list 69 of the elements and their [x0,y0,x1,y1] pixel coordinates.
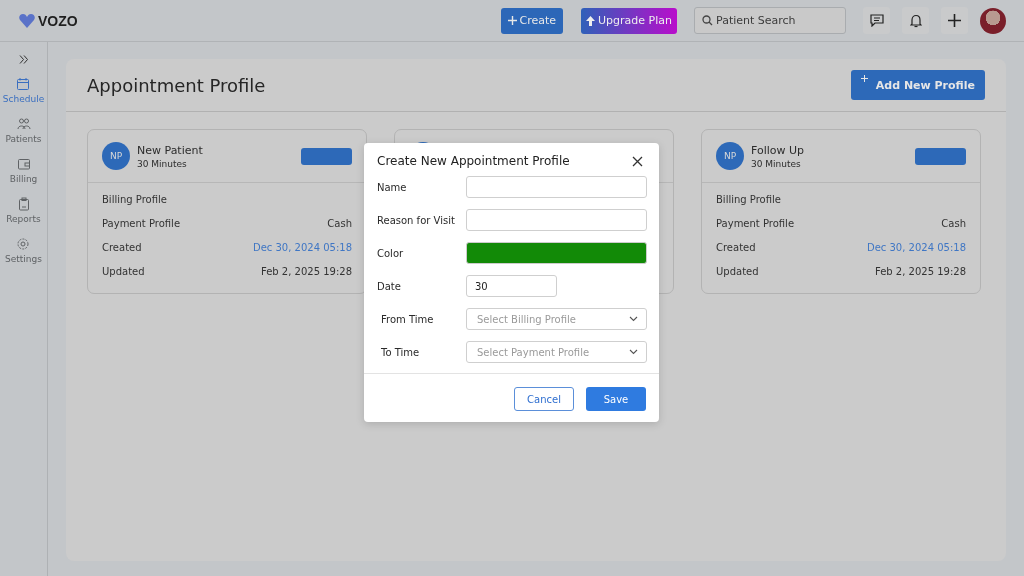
status-bar [301,147,352,165]
row-value: Feb 2, 2025 19:28 [260,266,352,277]
sidebar-item[interactable]: Patients [5,117,42,144]
add-button[interactable] [941,7,968,34]
row-label: Updated [102,266,145,277]
status-bar [915,147,966,165]
chevron-down-icon [629,349,638,355]
dropdown[interactable]: Select Payment Profile [466,341,647,363]
gear-icon [16,237,31,251]
row-label: Updated [716,266,759,277]
row-value: Cash [941,218,966,229]
create-button[interactable]: Create [500,7,564,34]
search-field[interactable]: Patient Search [694,7,846,34]
up-arrow-icon [586,15,596,26]
wallet-icon [16,157,31,171]
field-label: To Time [380,346,421,358]
plus-icon [948,14,961,27]
input-field[interactable] [466,209,647,231]
chat-icon [869,14,884,27]
row-label: Payment Profile [102,218,181,229]
cancel-button[interactable]: Cancel [514,387,574,411]
close-icon[interactable] [632,155,643,167]
field-label: Date [377,280,402,292]
field-label: Color [377,247,405,259]
add-new-profile-button[interactable]: Add New Profile [850,70,985,100]
brand-name: VOZO [38,12,78,29]
date-link[interactable]: Dec 30, 2024 05:18 [252,242,352,253]
row-label: Created [716,242,756,253]
upgrade-plan-button[interactable]: Upgrade Plan [581,7,677,34]
row-value: Cash [327,218,352,229]
plus-icon [860,75,868,82]
date-link[interactable]: Dec 30, 2024 05:18 [866,242,966,253]
field-label: Reason for Visit [377,214,456,226]
row-value: Feb 2, 2025 19:28 [874,266,966,277]
people-icon [16,117,31,131]
sidebar-item[interactable]: Reports [6,197,41,224]
search-icon [702,15,713,26]
dropdown[interactable]: Select Billing Profile [466,308,647,330]
save-button[interactable]: Save [586,387,646,411]
heart-logo-icon [19,13,35,28]
row-label: Created [102,242,142,253]
field-label: From Time [380,313,435,325]
profile-name: Follow Up [751,143,806,157]
duration-text: 30 Minutes [137,158,188,169]
row-label: Billing Profile [102,194,167,205]
color-swatch[interactable] [466,242,647,264]
dialog-title: Create New Appointment Profile [377,154,570,168]
input-field[interactable] [466,176,647,198]
initials-avatar: NP [102,142,130,170]
sidebar-item[interactable]: Billing [9,157,38,184]
page-title: Appointment Profile [87,74,266,96]
notifications-button[interactable] [902,7,929,34]
sidebar-item[interactable]: Schedule [2,77,45,104]
expand-icon[interactable] [18,55,29,64]
clipboard-icon [16,197,31,211]
field-label: Name [377,181,408,193]
row-label: Payment Profile [716,218,795,229]
chevron-down-icon [629,316,638,322]
initials-avatar: NP [716,142,744,170]
user-avatar[interactable] [980,7,1006,34]
messages-button[interactable] [863,7,890,34]
bell-icon [909,13,922,28]
duration-text: 30 Minutes [751,158,802,169]
plus-icon [507,16,517,25]
sidebar-item[interactable]: Settings [5,237,42,264]
input-field[interactable]: 30 [466,275,557,297]
calendar-icon [16,77,31,91]
row-label: Billing Profile [716,194,781,205]
profile-name: New Patient [137,143,204,157]
